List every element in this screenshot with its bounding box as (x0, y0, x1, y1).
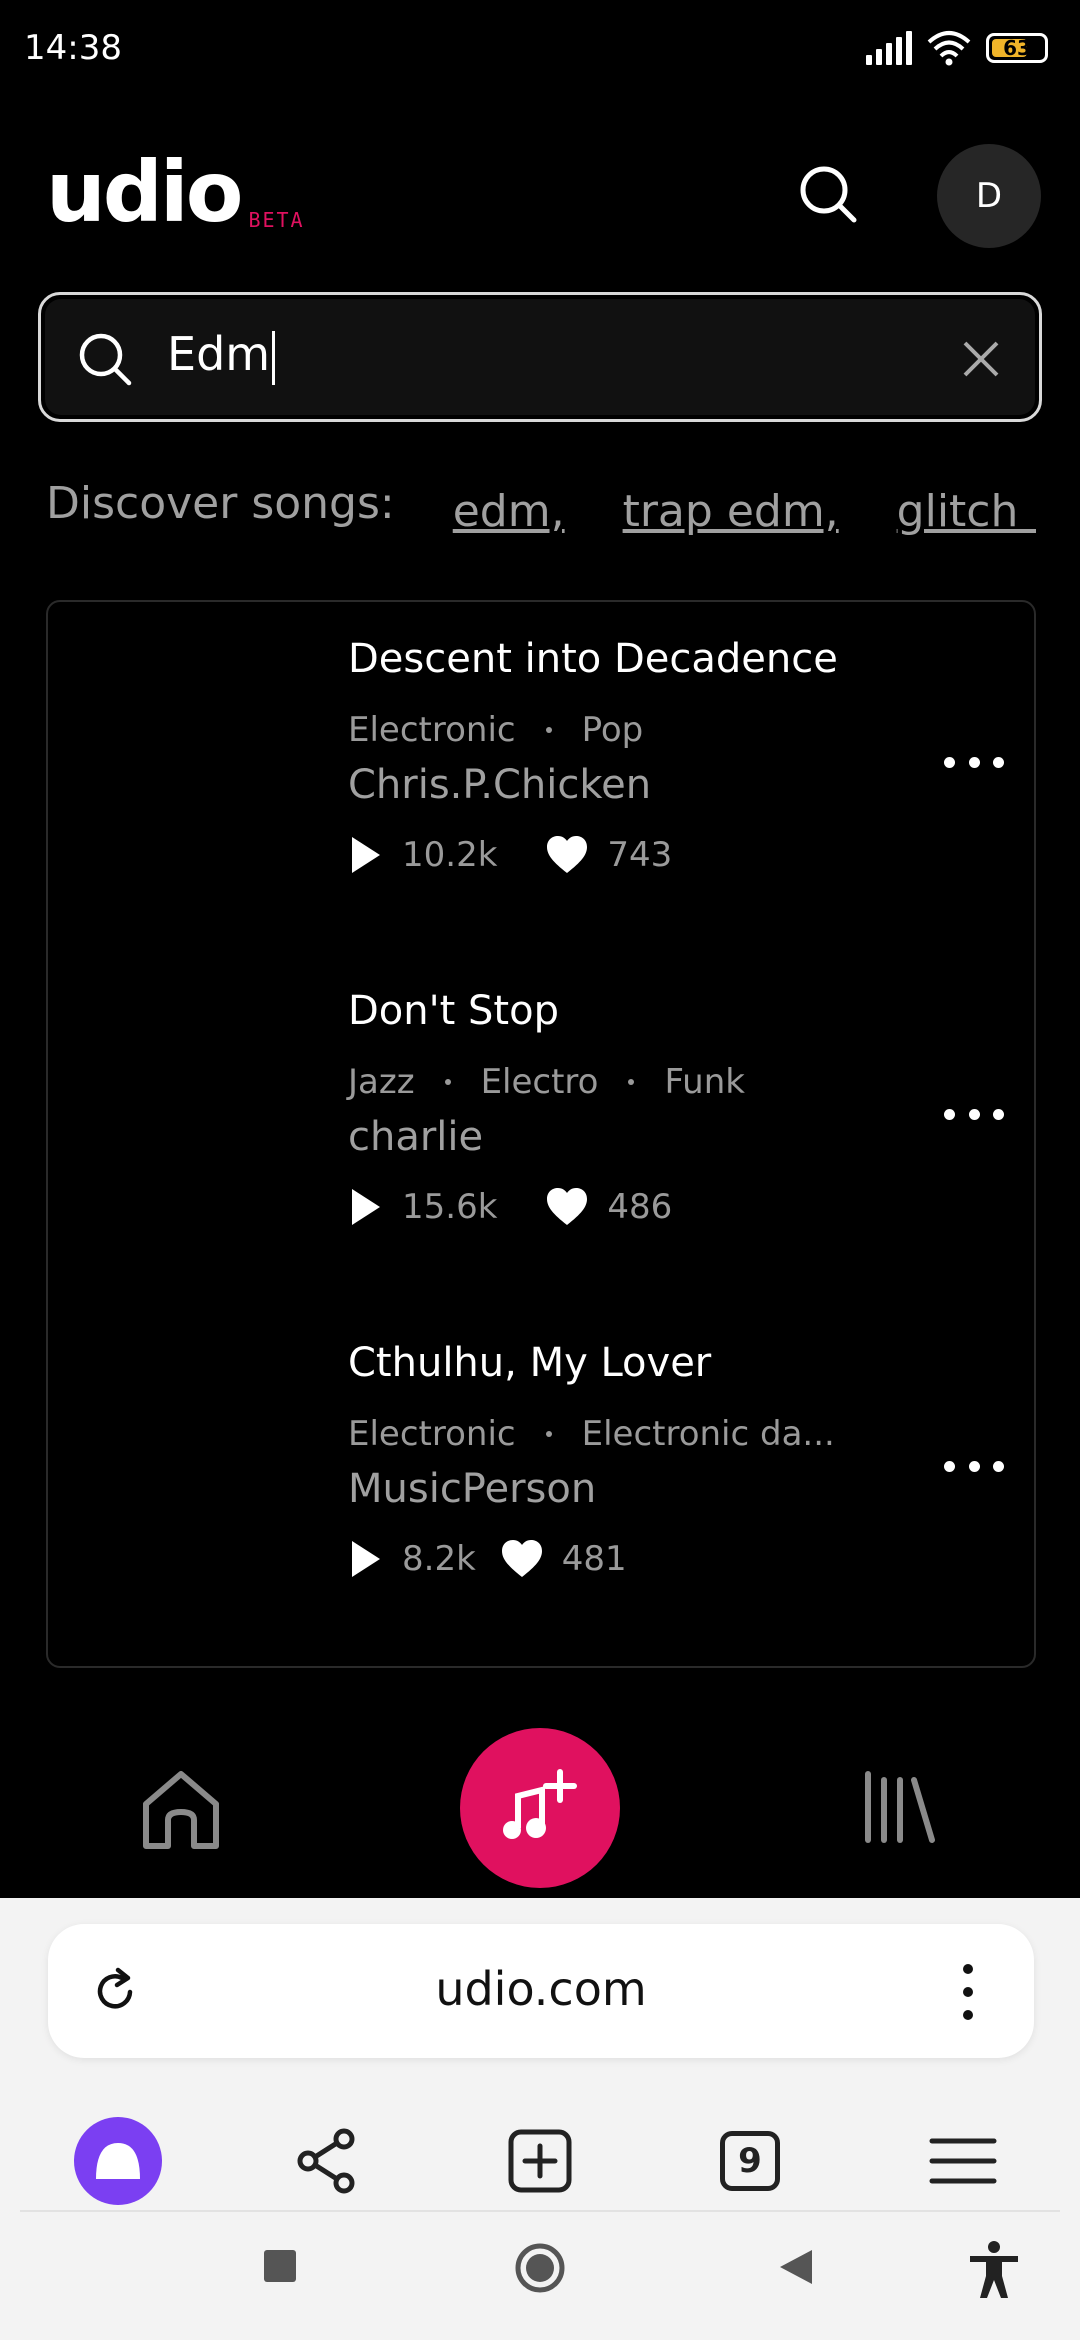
song-title[interactable]: Don't Stop (348, 988, 559, 1034)
play-icon (352, 837, 380, 873)
more-icon[interactable] (944, 742, 1004, 782)
song-tag[interactable]: Electronic da... (582, 1414, 835, 1454)
song-artist[interactable]: MusicPerson (348, 1466, 596, 1512)
back-icon[interactable] (778, 2248, 814, 2286)
discover-songs: Discover songs: edm, trap edm, glitch h (46, 478, 1036, 548)
alice-button[interactable] (73, 2116, 163, 2206)
discover-chip[interactable]: glitch h (897, 486, 1036, 537)
like-count: 486 (545, 1187, 672, 1227)
search-icon (79, 333, 132, 386)
home-circle-icon[interactable] (514, 2242, 566, 2294)
song-tag[interactable]: Pop (582, 710, 644, 750)
udio-logo[interactable]: udio BETA (46, 150, 305, 234)
like-count-value: 481 (561, 1539, 627, 1579)
search-field[interactable]: Edm (38, 292, 1042, 422)
song-tag[interactable]: Electro (481, 1062, 599, 1102)
song-stats: 15.6k 486 (348, 1186, 672, 1228)
more-icon[interactable] (944, 1094, 1004, 1134)
url-text[interactable]: udio.com (48, 1962, 1034, 2016)
like-count-value: 743 (607, 835, 673, 875)
song-tags: Jazz Electro Funk (348, 1062, 745, 1102)
tag-separator (628, 1079, 635, 1085)
close-icon[interactable] (959, 337, 1003, 381)
play-count-value: 8.2k (402, 1539, 476, 1579)
tag-separator (444, 1079, 451, 1085)
status-bar: 14:38 63 (0, 0, 1080, 100)
create-button[interactable] (460, 1728, 620, 1888)
like-count-value: 486 (607, 1187, 673, 1227)
signal-icon (866, 31, 912, 65)
more-icon[interactable] (944, 1446, 1004, 1486)
heart-icon[interactable] (500, 1539, 544, 1579)
play-count-value: 15.6k (402, 1187, 498, 1227)
play-icon (352, 1541, 380, 1577)
battery-icon: 63 (986, 33, 1048, 63)
like-count: 743 (545, 835, 672, 875)
new-tab-icon (508, 2129, 572, 2193)
song-artist[interactable]: charlie (348, 1114, 483, 1160)
menu-icon (929, 2138, 997, 2184)
search-results: Descent into Decadence Electronic Pop Ch… (46, 600, 1036, 1668)
song-title[interactable]: Descent into Decadence (348, 636, 838, 682)
song-stats: 8.2k 481 (348, 1538, 627, 1580)
tag-separator (545, 1431, 552, 1437)
text-caret (272, 330, 276, 385)
create-music-icon (503, 1769, 577, 1839)
discover-label: Discover songs: (46, 478, 395, 529)
accessibility-icon[interactable] (966, 2240, 1022, 2300)
song-artist[interactable]: Chris.P.Chicken (348, 762, 651, 808)
battery-level: 63 (1003, 36, 1031, 60)
song-stats: 10.2k 743 (348, 834, 672, 876)
logo-text: udio (46, 143, 243, 241)
play-count: 8.2k (348, 1538, 476, 1580)
home-icon[interactable] (136, 1764, 226, 1854)
recents-icon[interactable] (262, 2248, 298, 2284)
more-icon[interactable] (962, 1964, 974, 2020)
play-icon (352, 1189, 380, 1225)
status-time: 14:38 (24, 28, 122, 68)
browser-toolbar: 9 (0, 2094, 1080, 2214)
song-tags: Electronic Electronic da... (348, 1414, 835, 1454)
tag-separator (545, 727, 552, 733)
tabs-button[interactable]: 9 (705, 2116, 795, 2206)
song-title[interactable]: Cthulhu, My Lover (348, 1340, 711, 1386)
share-button[interactable] (283, 2116, 373, 2206)
tab-count: 9 (720, 2131, 780, 2191)
play-count: 10.2k (348, 834, 497, 876)
status-icons: 63 (866, 30, 1048, 66)
search-icon[interactable] (796, 162, 860, 226)
discover-chip[interactable]: trap edm, (623, 486, 839, 537)
library-icon[interactable] (860, 1766, 940, 1846)
alice-icon (74, 2117, 162, 2205)
discover-chip[interactable]: edm, (453, 486, 565, 537)
song-tag[interactable]: Jazz (348, 1062, 415, 1102)
share-icon (297, 2128, 355, 2194)
menu-button[interactable] (918, 2116, 1008, 2206)
new-tab-button[interactable] (495, 2116, 585, 2206)
song-tag[interactable]: Electronic (348, 1414, 516, 1454)
heart-icon[interactable] (545, 835, 589, 875)
play-count-value: 10.2k (402, 835, 498, 875)
song-tags: Electronic Pop (348, 710, 643, 750)
heart-icon[interactable] (545, 1187, 589, 1227)
beta-badge: BETA (248, 208, 305, 232)
app-bottom-nav (0, 1728, 1080, 1898)
song-item[interactable]: Cthulhu, My Lover Electronic Electronic … (48, 1306, 1034, 1646)
song-item[interactable]: Descent into Decadence Electronic Pop Ch… (48, 602, 1034, 942)
address-bar[interactable]: udio.com (48, 1924, 1034, 2058)
song-tag[interactable]: Funk (664, 1062, 744, 1102)
browser-chrome: udio.com 9 (0, 1898, 1080, 2340)
like-count: 481 (500, 1539, 627, 1579)
song-item[interactable]: Don't Stop Jazz Electro Funk charlie 15.… (48, 954, 1034, 1294)
system-nav-bar (0, 2212, 1080, 2340)
play-count: 15.6k (348, 1186, 497, 1228)
search-input[interactable]: Edm (167, 327, 276, 385)
song-tag[interactable]: Electronic (348, 710, 516, 750)
wifi-icon (927, 31, 971, 66)
avatar[interactable]: D (937, 144, 1041, 248)
search-value: Edm (167, 327, 271, 381)
